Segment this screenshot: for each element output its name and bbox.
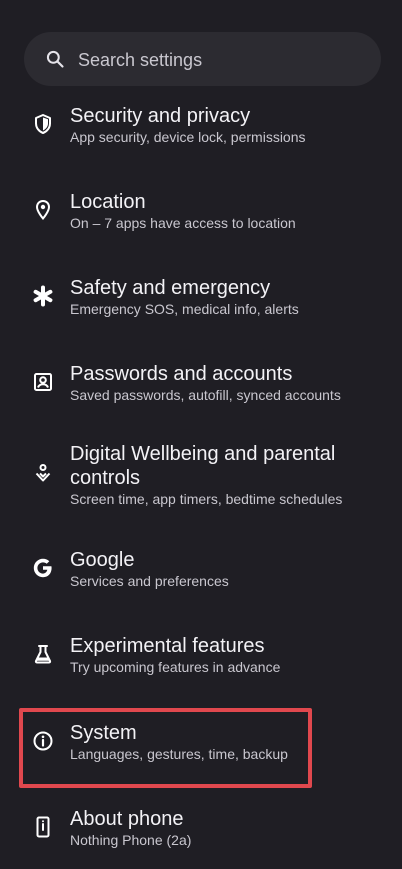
item-subtitle: Try upcoming features in advance [70,659,281,675]
search-placeholder: Search settings [78,50,203,70]
item-title: Experimental features [70,635,265,657]
settings-item-safety[interactable]: Safety and emergency Emergency SOS, medi… [0,272,402,332]
item-subtitle: Screen time, app timers, bedtime schedul… [70,491,343,507]
flask-icon [31,642,55,666]
item-title: Google [70,549,135,571]
item-title: Location [70,191,146,213]
item-subtitle: App security, device lock, permissions [70,129,306,145]
item-subtitle: Languages, gestures, time, backup [70,746,288,762]
item-title: Digital Wellbeing and parental controls [70,443,336,489]
item-title: Security and privacy [70,105,251,127]
settings-item-about-phone[interactable]: About phone Nothing Phone (2a) [0,803,402,863]
item-title: System [70,722,137,744]
location-pin-icon [31,198,55,222]
settings-item-security[interactable]: Security and privacy App security, devic… [0,100,402,160]
info-icon [31,729,55,753]
account-box-icon [31,370,55,394]
shield-icon [31,112,55,136]
item-subtitle: Saved passwords, autofill, synced accoun… [70,387,341,403]
settings-item-digital-wellbeing[interactable]: Digital Wellbeing and parental controls … [0,440,402,512]
asterisk-icon [31,284,55,308]
item-subtitle: Nothing Phone (2a) [70,832,192,848]
item-subtitle: On – 7 apps have access to location [70,215,296,231]
wellbeing-icon [31,461,55,485]
settings-item-passwords[interactable]: Passwords and accounts Saved passwords, … [0,358,402,418]
item-title: Safety and emergency [70,277,271,299]
settings-item-experimental[interactable]: Experimental features Try upcoming featu… [0,630,402,690]
search-icon [45,49,65,69]
settings-item-location[interactable]: Location On – 7 apps have access to loca… [0,186,402,246]
search-bar[interactable]: Search settings [24,32,381,86]
item-title: About phone [70,808,184,830]
settings-item-google[interactable]: Google Services and preferences [0,544,402,604]
item-subtitle: Emergency SOS, medical info, alerts [70,301,299,317]
phone-icon [31,815,55,839]
item-subtitle: Services and preferences [70,573,229,589]
item-title: Passwords and accounts [70,363,293,385]
google-icon [31,556,55,580]
settings-item-system[interactable]: System Languages, gestures, time, backup [0,717,402,777]
